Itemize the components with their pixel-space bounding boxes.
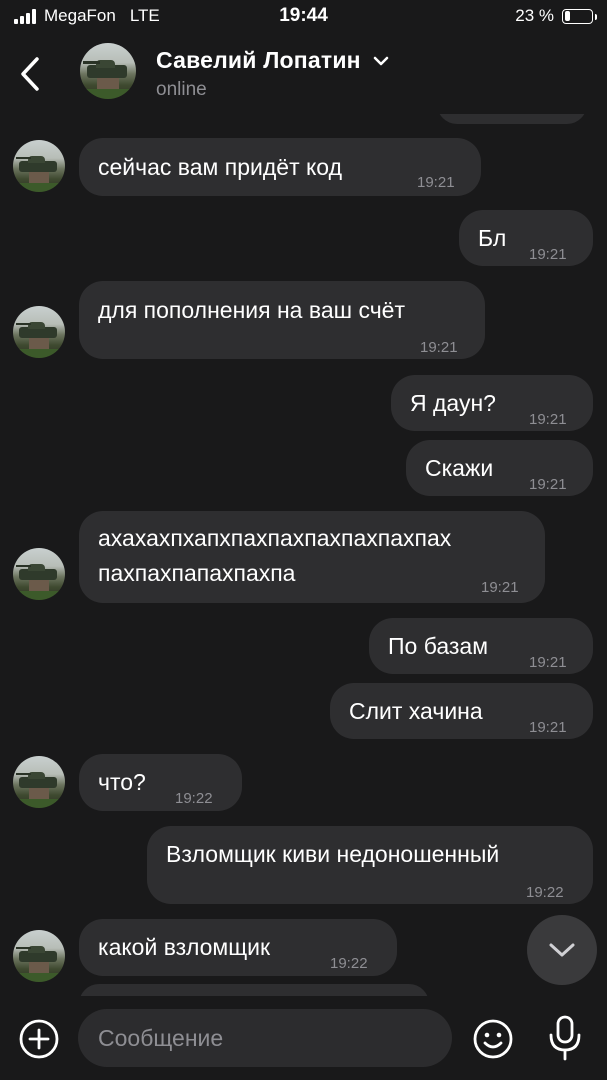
message-outgoing[interactable]: Я даун? 19:21 (391, 375, 593, 431)
back-button[interactable] (14, 54, 46, 94)
sender-avatar[interactable] (13, 548, 65, 600)
composer-bar: Сообщение (0, 996, 607, 1080)
battery-level (564, 11, 571, 21)
contact-name-row[interactable]: Савелий Лопатин (156, 47, 389, 74)
message-text: По базам (388, 633, 489, 659)
sender-avatar[interactable] (13, 306, 65, 358)
microphone-icon (549, 1015, 581, 1061)
message-input[interactable]: Сообщение (78, 1009, 452, 1067)
emoji-button[interactable] (472, 1018, 514, 1060)
message-outgoing[interactable]: Скажи 19:21 (406, 440, 593, 496)
message-text-line1: ахахахпхапхпахпахпахпахпахпах (98, 525, 452, 551)
message-time: 19:22 (175, 790, 213, 807)
plus-circle-icon (19, 1019, 59, 1059)
message-text: сейчас вам придёт код (98, 154, 343, 180)
message-incoming[interactable]: для пополнения на ваш счёт 19:21 (79, 281, 485, 359)
message-time: 19:22 (330, 955, 368, 972)
message-outgoing[interactable]: Бл 19:21 (459, 210, 593, 266)
message-time: 19:21 (420, 339, 458, 356)
sender-avatar[interactable] (13, 140, 65, 192)
battery-percent: 23 % (515, 6, 554, 25)
message-time: 19:21 (529, 246, 567, 263)
message-incoming[interactable]: какой взломщик 19:22 (79, 919, 397, 976)
status-right: 23 % (515, 6, 597, 26)
message-text: какой взломщик (98, 934, 271, 960)
contact-avatar[interactable] (80, 43, 136, 99)
chat-header: Савелий Лопатин online (0, 34, 607, 114)
sender-avatar[interactable] (13, 930, 65, 982)
message-time: 19:21 (417, 174, 455, 191)
contact-status: online (156, 79, 207, 100)
message-list[interactable]: сейчас вам придёт код 19:21 Бл 19:21 для… (0, 114, 607, 996)
message-text: Скажи (425, 455, 494, 481)
message-outgoing[interactable]: Взломщик киви недоношенный 19:22 (147, 826, 593, 904)
message-time: 19:22 (526, 884, 564, 901)
add-attachment-button[interactable] (18, 1018, 60, 1060)
chevron-down-icon (549, 943, 575, 957)
message-text: Взломщик киви недоношенный (166, 841, 500, 867)
message-time: 19:21 (529, 411, 567, 428)
message-time: 19:21 (481, 579, 519, 596)
sender-avatar[interactable] (13, 756, 65, 808)
battery-icon (562, 8, 597, 24)
chevron-down-icon (373, 56, 389, 65)
smiley-icon (473, 1019, 513, 1059)
message-bubble-partial (437, 114, 587, 124)
message-outgoing[interactable]: Слит хачина 19:21 (330, 683, 593, 739)
message-time: 19:21 (529, 654, 567, 671)
message-bubble-partial (79, 984, 429, 996)
voice-message-button[interactable] (545, 1014, 585, 1062)
chevron-left-icon (21, 57, 39, 91)
contact-name: Савелий Лопатин (156, 47, 361, 73)
message-time: 19:21 (529, 476, 567, 493)
message-incoming[interactable]: сейчас вам придёт код 19:21 (79, 138, 481, 196)
message-text: что? (98, 769, 146, 795)
message-incoming[interactable]: ахахахпхапхпахпахпахпахпахпах пахпахпапа… (79, 511, 545, 603)
message-incoming[interactable]: что? 19:22 (79, 754, 242, 811)
message-time: 19:21 (529, 719, 567, 736)
status-bar: MegaFon LTE 19:44 23 % (0, 0, 607, 34)
message-text-line2: пахпахпапахпахпа (98, 560, 296, 586)
scroll-down-button[interactable] (527, 915, 597, 985)
message-text: Я даун? (410, 390, 496, 416)
message-text: Бл (478, 225, 507, 251)
message-text: для пополнения на ваш счёт (98, 297, 406, 323)
message-text: Слит хачина (349, 698, 483, 724)
message-outgoing[interactable]: По базам 19:21 (369, 618, 593, 674)
